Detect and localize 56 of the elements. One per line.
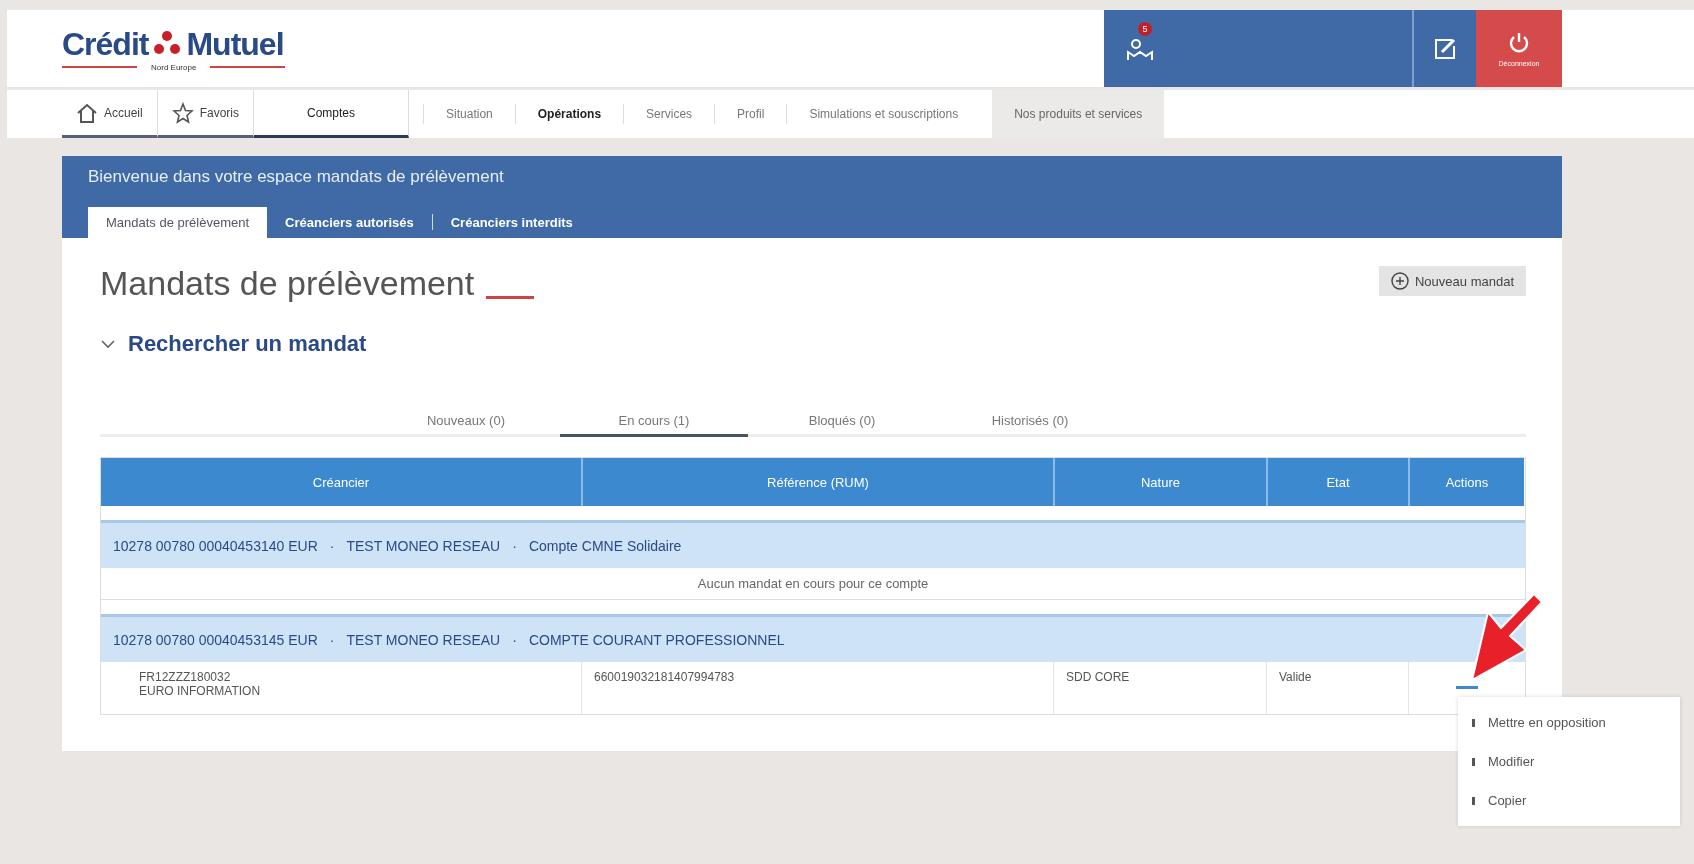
status-tab[interactable]: Historisés (0) [936,407,1124,437]
notification-badge: 5 [1138,22,1152,36]
status-tab[interactable]: Bloqués (0) [748,407,936,437]
logo-text: Crédit [62,25,149,63]
menu-icon [1455,685,1478,692]
section-tab[interactable]: Mandats de prélèvement [88,207,268,238]
nav-tab[interactable]: Accueil [62,90,158,138]
column-header: Référence (RUM) [581,458,1053,506]
bullet-icon [1472,718,1476,727]
separator: · [329,537,335,554]
section-tab[interactable]: Créanciers interdits [432,207,591,238]
plus-circle-icon [1391,272,1409,290]
account-holder: TEST MONEO RESEAU [346,631,501,648]
column-header: Créancier [101,458,581,506]
chevron-icon [100,338,116,350]
nav-menu-item[interactable]: Situation [423,104,515,124]
new-mandate-button[interactable]: Nouveau mandat [1379,266,1526,296]
column-header: Actions [1408,458,1524,506]
account-number: 10278 00780 00040453140 EUR [113,537,318,554]
nav-menu-item[interactable]: Simulations et souscriptions [786,104,981,124]
dropdown-item[interactable]: Modifier [1458,742,1680,781]
home-icon [76,101,98,124]
account-label: Compte CMNE Solidaire [528,537,682,554]
nav-menu-item[interactable]: Services [623,104,715,124]
bullet-icon [1472,757,1476,766]
creditor-cell-text: FR12ZZZ180032 EURO INFORMATION [138,669,262,700]
dropdown-item[interactable]: Copier [1458,781,1680,820]
logo[interactable]: Crédit Mutuel Nord Europe [62,10,332,87]
table-cell: Valide [1266,662,1408,714]
nav-tab[interactable]: Favoris [157,90,255,138]
empty-message: Aucun mandat en cours pour ce compte [101,568,1525,600]
banner-title: Bienvenue dans votre espace mandats de prélèvement [88,167,505,187]
dropdown-item[interactable]: Mettre en opposition [1458,703,1680,742]
table-cell: 660019032181407994783 [581,662,1053,714]
edit-button[interactable] [1412,10,1476,87]
nav-menu-item[interactable]: Opérations [514,104,624,124]
nav-menu-item[interactable]: Profil [714,104,787,124]
products-menu-item[interactable]: Nos produits et services [992,90,1165,138]
separator: · [512,631,517,648]
search-toggle[interactable]: Rechercher un mandat [100,331,367,357]
section-tab[interactable]: Créanciers autorisés [267,207,432,238]
page-title: Mandats de prélèvement [100,264,475,303]
star-icon [171,101,194,124]
status-tab[interactable]: Nouveaux (0) [372,407,560,437]
account-label: COMPTE COURANT PROFESSIONNEL [528,631,785,648]
status-tab[interactable]: En cours (1) [560,407,748,437]
nav-tab[interactable]: Comptes [254,90,410,138]
separator: · [329,631,335,648]
account-number: 10278 00780 00040453145 EUR [113,631,318,648]
column-header: Nature [1053,458,1266,506]
column-header: Etat [1266,458,1408,506]
logo-text: Mutuel [186,25,284,63]
account-holder: TEST MONEO RESEAU [346,537,501,554]
table-cell: SDD CORE [1053,662,1266,714]
separator: · [512,537,517,554]
bullet-icon [1472,796,1476,805]
